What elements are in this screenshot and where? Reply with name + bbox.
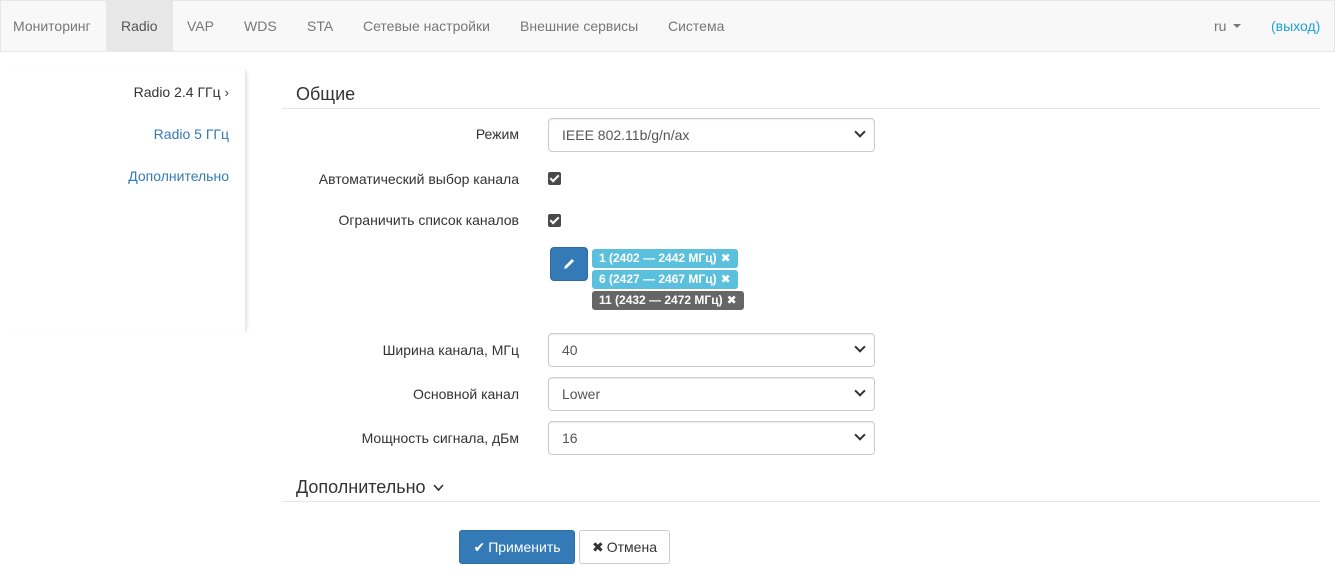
apply-label: Применить	[488, 539, 561, 555]
chevron-down-icon	[854, 126, 866, 138]
nav-item-external-services[interactable]: Внешние сервисы	[505, 1, 653, 52]
nav-item-vap[interactable]: VAP	[172, 1, 229, 52]
sidebar: Radio 2.4 ГГц › Radio 5 ГГц Дополнительно	[0, 70, 246, 332]
section-title-general: Общие	[296, 84, 356, 104]
section-title-advanced[interactable]: Дополнительно	[296, 477, 444, 498]
chevron-down-icon	[854, 385, 866, 397]
chevron-right-icon: ›	[224, 85, 229, 100]
sidebar-item-label: Radio 2.4 ГГц	[133, 84, 221, 100]
signal-power-select[interactable]: 16	[548, 421, 875, 455]
apply-button[interactable]: ✔ Применить	[459, 530, 575, 564]
sidebar-item-radio-5[interactable]: Radio 5 ГГц	[154, 126, 229, 142]
channel-tag: 6 (2427 — 2467 МГц) ✖	[592, 270, 738, 289]
mode-select[interactable]: IEEE 802.11b/g/n/ax	[548, 118, 875, 152]
cancel-button[interactable]: ✖ Отмена	[579, 530, 670, 564]
channel-tag-label: 1 (2402 — 2442 МГц)	[599, 251, 717, 265]
limit-channels-label: Ограничить список каналов	[338, 212, 519, 228]
signal-power-label: Мощность сигнала, дБм	[361, 430, 519, 446]
pencil-icon	[564, 259, 574, 269]
primary-channel-select[interactable]: Lower	[548, 377, 875, 411]
nav-item-network-settings[interactable]: Сетевые настройки	[348, 1, 505, 52]
advanced-title-label: Дополнительно	[296, 477, 426, 497]
checkmark-icon: ✔	[473, 539, 486, 555]
remove-icon[interactable]: ✖	[727, 293, 737, 307]
top-navbar: Мониторинг Radio VAP WDS STA Сетевые нас…	[0, 0, 1335, 52]
cancel-label: Отмена	[606, 539, 657, 555]
nav-item-radio[interactable]: Radio	[106, 1, 173, 52]
signal-power-value: 16	[562, 430, 578, 446]
channel-tag: 11 (2432 — 2472 МГц) ✖	[592, 291, 744, 310]
primary-channel-label: Основной канал	[413, 386, 519, 402]
auto-channel-label: Автоматический выбор канала	[318, 171, 519, 187]
channel-tag: 1 (2402 — 2442 МГц) ✖	[592, 249, 738, 268]
nav-item-wds[interactable]: WDS	[229, 1, 292, 52]
primary-channel-value: Lower	[562, 386, 601, 402]
auto-channel-checkbox[interactable]	[548, 172, 561, 185]
channel-width-label: Ширина канала, МГц	[382, 342, 519, 358]
remove-icon[interactable]: ✖	[721, 251, 731, 265]
sidebar-item-radio-24[interactable]: Radio 2.4 ГГц ›	[134, 84, 229, 100]
limit-channels-checkbox[interactable]	[548, 214, 561, 227]
channel-width-select[interactable]: 40	[548, 333, 875, 367]
channel-tag-label: 11 (2432 — 2472 МГц)	[599, 293, 723, 307]
close-icon: ✖	[592, 539, 604, 555]
caret-down-icon	[1233, 24, 1242, 29]
channel-width-value: 40	[562, 342, 578, 358]
language-dropdown[interactable]: ru	[1214, 1, 1242, 52]
nav-item-monitoring[interactable]: Мониторинг	[1, 1, 103, 52]
chevron-down-icon	[854, 341, 866, 353]
nav-item-sta[interactable]: STA	[292, 1, 348, 52]
mode-value: IEEE 802.11b/g/n/ax	[562, 127, 690, 143]
chevron-down-icon	[854, 429, 866, 441]
remove-icon[interactable]: ✖	[721, 272, 731, 286]
mode-label: Режим	[475, 126, 519, 142]
sidebar-item-advanced[interactable]: Дополнительно	[128, 168, 229, 184]
language-label: ru	[1214, 18, 1227, 34]
channel-tag-label: 6 (2427 — 2467 МГц)	[599, 272, 717, 286]
nav-item-system[interactable]: Система	[653, 1, 739, 52]
logout-link[interactable]: (выход)	[1271, 1, 1320, 52]
edit-channels-button[interactable]	[550, 247, 588, 281]
chevron-down-icon	[432, 484, 444, 492]
section-divider	[282, 501, 1320, 502]
section-divider	[282, 108, 1320, 109]
